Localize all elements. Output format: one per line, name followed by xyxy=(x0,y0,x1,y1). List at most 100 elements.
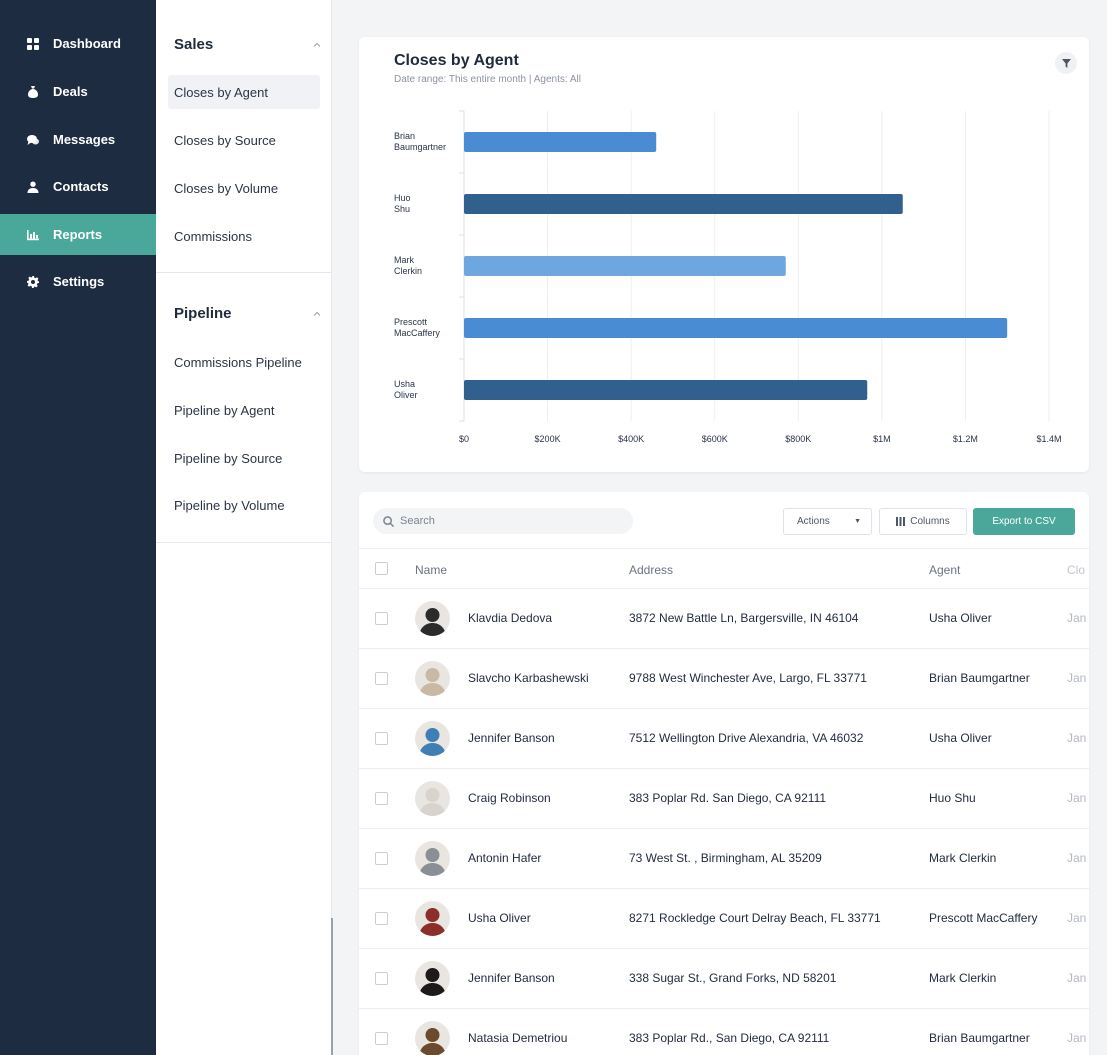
submenu-item-closes-by-agent[interactable]: Closes by Agent xyxy=(168,75,320,109)
nav-label: Settings xyxy=(53,274,105,289)
cell-agent: Usha Oliver xyxy=(929,611,992,625)
table-row[interactable]: Jennifer Banson 7512 Wellington Drive Ale… xyxy=(359,709,1089,769)
row-checkbox[interactable] xyxy=(375,732,388,745)
money-bag-icon xyxy=(27,85,39,98)
bar-mark-clerkin[interactable] xyxy=(464,256,786,276)
cell-name: Jennifer Banson xyxy=(468,971,555,985)
column-header-name[interactable]: Name xyxy=(415,563,447,577)
y-tick-label: Prescott MacCaffery xyxy=(394,317,440,338)
avatar xyxy=(415,601,450,636)
nav-item-dashboard[interactable]: Dashboard xyxy=(0,23,156,64)
x-tick-label: $1M xyxy=(873,434,891,444)
submenu-item-pipeline-by-agent[interactable]: Pipeline by Agent xyxy=(168,393,320,427)
row-checkbox[interactable] xyxy=(375,792,388,805)
nav-item-contacts[interactable]: Contacts xyxy=(0,166,156,207)
grid-icon xyxy=(27,37,39,50)
cell-agent: Mark Clerkin xyxy=(929,971,997,985)
search-box[interactable] xyxy=(373,508,633,534)
table-row[interactable]: Antonin Hafer 73 West St. , Birmingham, A… xyxy=(359,829,1089,889)
reports-submenu: Sales Closes by Agent Closes by Source C… xyxy=(156,0,332,1055)
cell-close-date: Jan xyxy=(1067,671,1087,685)
cell-address: 383 Poplar Rd. San Diego, CA 92111 xyxy=(629,791,827,805)
section-divider xyxy=(156,272,332,273)
cell-agent: Brian Baumgartner xyxy=(929,1031,1030,1045)
submenu-item-pipeline-by-source[interactable]: Pipeline by Source xyxy=(168,441,320,475)
cell-name: Slavcho Karbashewski xyxy=(468,671,589,685)
cell-address: 338 Sugar St., Grand Forks, ND 58201 xyxy=(629,971,837,985)
submenu-item-closes-by-source[interactable]: Closes by Source xyxy=(168,123,320,157)
cell-name: Usha Oliver xyxy=(468,911,531,925)
actions-label: Actions xyxy=(797,516,830,527)
bar-chart-icon xyxy=(27,229,39,241)
row-checkbox[interactable] xyxy=(375,852,388,865)
cell-agent: Huo Shu xyxy=(929,791,976,805)
search-input[interactable] xyxy=(400,515,620,527)
cell-agent: Prescott MacCaffery xyxy=(929,911,1038,925)
table-row[interactable]: Usha Oliver 8271 Rockledge Court Delray B… xyxy=(359,889,1089,949)
nav-item-messages[interactable]: Messages xyxy=(0,119,156,160)
column-header-agent[interactable]: Agent xyxy=(929,563,960,577)
bar-usha-oliver[interactable] xyxy=(464,380,868,400)
bar-huo-shu[interactable] xyxy=(464,194,903,214)
cell-name: Jennifer Banson xyxy=(468,731,555,745)
row-checkbox[interactable] xyxy=(375,1032,388,1045)
bar-prescott-maccaffery[interactable] xyxy=(464,318,1008,338)
nav-label: Deals xyxy=(53,84,88,99)
actions-dropdown[interactable]: Actions ▼ xyxy=(783,508,872,535)
section-title: Sales xyxy=(174,36,214,53)
nav-item-deals[interactable]: Deals xyxy=(0,71,156,112)
row-checkbox[interactable] xyxy=(375,912,388,925)
cell-address: 8271 Rockledge Court Delray Beach, FL 33… xyxy=(629,911,881,925)
column-header-close-date[interactable]: Clo xyxy=(1067,563,1085,577)
row-checkbox[interactable] xyxy=(375,612,388,625)
cell-agent: Usha Oliver xyxy=(929,731,992,745)
avatar xyxy=(415,841,450,876)
cell-agent: Mark Clerkin xyxy=(929,851,997,865)
cell-close-date: Jan xyxy=(1067,731,1087,745)
row-checkbox[interactable] xyxy=(375,672,388,685)
nav-item-settings[interactable]: Settings xyxy=(0,261,156,302)
gear-icon xyxy=(27,275,39,288)
column-header-address[interactable]: Address xyxy=(629,563,673,577)
table-row[interactable]: Slavcho Karbashewski 9788 West Winchester… xyxy=(359,649,1089,709)
table-header: Name Address Agent Clo xyxy=(359,548,1089,589)
submenu-item-commissions-pipeline[interactable]: Commissions Pipeline xyxy=(168,345,320,379)
bar-brian-baumgartner[interactable] xyxy=(464,132,657,152)
row-checkbox[interactable] xyxy=(375,972,388,985)
chevron-up-icon[interactable] xyxy=(312,309,322,319)
export-csv-button[interactable]: Export to CSV xyxy=(973,508,1075,535)
submenu-label: Pipeline by Source xyxy=(174,450,283,466)
submenu-item-closes-by-volume[interactable]: Closes by Volume xyxy=(168,171,320,205)
cell-close-date: Jan xyxy=(1067,791,1087,805)
x-tick-label: $1.2M xyxy=(953,434,978,444)
chat-bubbles-icon xyxy=(27,134,39,146)
cell-name: Craig Robinson xyxy=(468,791,551,805)
section-divider xyxy=(156,542,332,543)
section-pipeline-header[interactable]: Pipeline xyxy=(174,305,322,322)
table-row[interactable]: Natasia Demetriou 383 Poplar Rd., San Die… xyxy=(359,1009,1089,1055)
scrollbar-thumb[interactable] xyxy=(331,918,333,1055)
x-tick-label: $800K xyxy=(785,434,811,444)
chevron-up-icon[interactable] xyxy=(312,40,322,50)
columns-button[interactable]: Columns xyxy=(879,508,967,535)
table-card: Actions ▼ Columns Export to CSV Name Add… xyxy=(359,492,1089,1055)
x-tick-label: $600K xyxy=(702,434,728,444)
submenu-item-pipeline-by-volume[interactable]: Pipeline by Volume xyxy=(168,488,320,522)
cell-address: 383 Poplar Rd., San Diego, CA 92111 xyxy=(629,1031,830,1045)
submenu-label: Closes by Source xyxy=(174,132,276,148)
table-row[interactable]: Klavdia Dedova 3872 New Battle Ln, Barger… xyxy=(359,589,1089,649)
table-row[interactable]: Jennifer Banson 338 Sugar St., Grand Fork… xyxy=(359,949,1089,1009)
section-sales-header[interactable]: Sales xyxy=(174,36,322,53)
nav-item-reports[interactable]: Reports xyxy=(0,214,156,255)
cell-close-date: Jan xyxy=(1067,911,1087,925)
section-title: Pipeline xyxy=(174,305,232,322)
select-all-checkbox[interactable] xyxy=(375,562,388,575)
columns-label: Columns xyxy=(910,516,950,527)
chart-card: Closes by Agent Date range: This entire … xyxy=(359,37,1089,472)
bar-chart: Brian Baumgartner Huo Shu Mark Clerkin Prescot… xyxy=(394,110,1062,444)
table-row[interactable]: Craig Robinson 383 Poplar Rd. San Diego, … xyxy=(359,769,1089,829)
cell-close-date: Jan xyxy=(1067,851,1087,865)
submenu-item-commissions[interactable]: Commissions xyxy=(168,219,320,253)
person-icon xyxy=(27,181,39,193)
submenu-label: Pipeline by Volume xyxy=(174,497,285,513)
